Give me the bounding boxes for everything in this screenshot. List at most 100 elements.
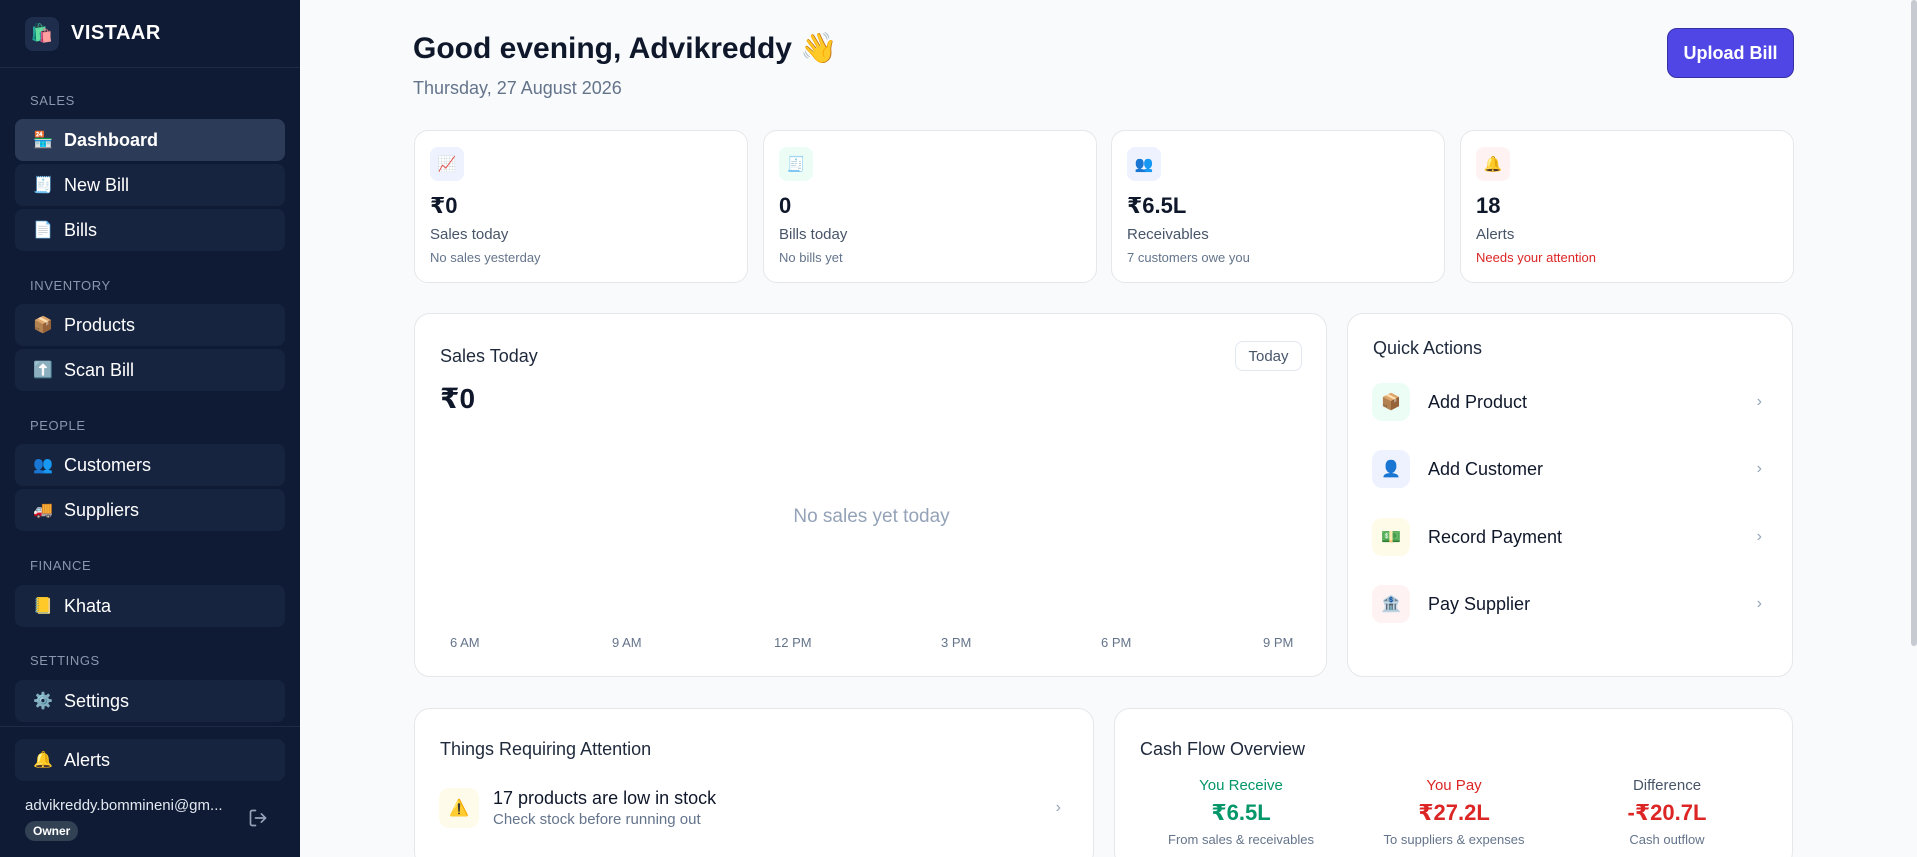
logout-icon[interactable] bbox=[248, 808, 268, 828]
sales-total: ₹0 bbox=[440, 383, 476, 414]
quick-action-label: Add Product bbox=[1428, 391, 1528, 412]
quick-action-label: Pay Supplier bbox=[1428, 593, 1531, 614]
cash-icon: 💵 bbox=[1372, 518, 1410, 556]
stat-value: ₹0 bbox=[430, 193, 458, 218]
stat-subtext: 7 customers owe you bbox=[1127, 250, 1250, 265]
cash-flow-receive: You Receive ₹6.5L From sales & receivabl… bbox=[1141, 777, 1341, 847]
sidebar-item-customers[interactable]: 👥 Customers bbox=[15, 444, 285, 486]
sidebar-item-dashboard[interactable]: 🏪 Dashboard bbox=[15, 119, 285, 161]
x-axis-tick: 6 AM bbox=[450, 635, 480, 650]
stat-label: Sales today bbox=[430, 226, 509, 243]
gear-icon: ⚙️ bbox=[33, 693, 53, 710]
stat-value: ₹6.5L bbox=[1127, 193, 1187, 218]
cash-flow-panel: Cash Flow Overview You Receive ₹6.5L Fro… bbox=[1114, 708, 1793, 857]
role-badge: Owner bbox=[25, 821, 79, 841]
page-scrollbar[interactable] bbox=[1911, 0, 1917, 646]
attention-item-title: 17 products are low in stock bbox=[493, 788, 717, 808]
upload-arrow-icon: ⬆️ bbox=[33, 362, 53, 379]
sidebar-item-label: Bills bbox=[64, 219, 98, 240]
x-axis-tick: 6 PM bbox=[1101, 635, 1132, 650]
brand-name: VISTAAR bbox=[71, 22, 161, 44]
store-icon: 🏪 bbox=[33, 132, 53, 149]
x-axis-tick: 9 PM bbox=[1263, 635, 1294, 650]
panel-title: Quick Actions bbox=[1373, 338, 1483, 358]
chevron-right-icon: › bbox=[1756, 393, 1762, 410]
quick-action-add-customer[interactable]: 👤 Add Customer › bbox=[1372, 445, 1770, 493]
sales-today-panel: Sales Today ₹0 Today No sales yet today … bbox=[414, 313, 1327, 677]
chevron-right-icon: › bbox=[1756, 595, 1762, 612]
sidebar-item-bills[interactable]: 📄 Bills bbox=[15, 209, 285, 251]
quick-action-pay-supplier[interactable]: 🏦 Pay Supplier › bbox=[1372, 580, 1770, 628]
stat-value: 0 bbox=[779, 193, 792, 218]
truck-icon: 🚚 bbox=[33, 502, 53, 519]
cash-flow-pay: You Pay ₹27.2L To suppliers & expenses bbox=[1354, 777, 1554, 847]
sidebar-item-settings[interactable]: ⚙️ Settings bbox=[15, 680, 285, 722]
sidebar-item-label: Alerts bbox=[64, 749, 111, 770]
attention-item-low-stock[interactable]: ⚠️ 17 products are low in stock Check st… bbox=[439, 785, 1069, 831]
stat-subtext: Needs your attention bbox=[1476, 250, 1596, 265]
sidebar-item-suppliers[interactable]: 🚚 Suppliers bbox=[15, 489, 285, 531]
chart-up-icon: 📈 bbox=[430, 147, 464, 181]
stat-card-bills[interactable]: 🧾 0 Bills today No bills yet bbox=[763, 130, 1097, 283]
stat-label: Alerts bbox=[1476, 226, 1515, 243]
cash-flow-subtext: To suppliers & expenses bbox=[1383, 832, 1525, 847]
cash-flow-heading: You Pay bbox=[1426, 777, 1482, 794]
chevron-right-icon: › bbox=[1756, 528, 1762, 545]
section-label-sales: SALES bbox=[30, 93, 75, 108]
sidebar-item-label: Settings bbox=[64, 690, 130, 711]
package-icon: 📦 bbox=[33, 317, 53, 334]
attention-item-subtext: Check stock before running out bbox=[493, 811, 701, 828]
sidebar-item-new-bill[interactable]: 🧾 New Bill bbox=[15, 164, 285, 206]
section-label-settings: SETTINGS bbox=[30, 653, 100, 668]
cash-flow-heading: You Receive bbox=[1199, 777, 1283, 794]
attention-panel: Things Requiring Attention ⚠️ 17 product… bbox=[414, 708, 1094, 857]
empty-state-message: No sales yet today bbox=[793, 506, 950, 527]
panel-title: Cash Flow Overview bbox=[1140, 739, 1306, 759]
stat-subtext: No sales yesterday bbox=[430, 250, 541, 265]
sidebar-item-scan-bill[interactable]: ⬆️ Scan Bill bbox=[15, 349, 285, 391]
ledger-icon: 📒 bbox=[33, 598, 53, 615]
stat-card-alerts[interactable]: 🔔 18 Alerts Needs your attention bbox=[1460, 130, 1794, 283]
x-axis-tick: 9 AM bbox=[612, 635, 642, 650]
sidebar-item-khata[interactable]: 📒 Khata bbox=[15, 585, 285, 627]
warning-icon: ⚠️ bbox=[439, 788, 479, 828]
receipt-icon: 🧾 bbox=[33, 177, 53, 194]
cash-flow-heading: Difference bbox=[1632, 777, 1702, 794]
brand[interactable]: 🛍️ VISTAAR bbox=[0, 0, 300, 68]
stat-label: Receivables bbox=[1127, 226, 1209, 243]
document-icon: 📄 bbox=[33, 222, 53, 239]
x-axis-tick: 12 PM bbox=[774, 635, 812, 650]
quick-action-label: Record Payment bbox=[1428, 526, 1563, 547]
chevron-right-icon: › bbox=[1055, 799, 1061, 816]
sidebar-item-label: Suppliers bbox=[64, 499, 140, 520]
quick-action-label: Add Customer bbox=[1428, 458, 1544, 479]
quick-action-record-payment[interactable]: 💵 Record Payment › bbox=[1372, 513, 1770, 561]
sidebar-item-products[interactable]: 📦 Products bbox=[15, 304, 285, 346]
user-icon: 👤 bbox=[1372, 450, 1410, 488]
quick-action-add-product[interactable]: 📦 Add Product › bbox=[1372, 378, 1770, 426]
cash-flow-subtext: From sales & receivables bbox=[1168, 832, 1314, 847]
bell-icon: 🔔 bbox=[1476, 147, 1510, 181]
greeting-title: Good evening, Advikreddy 👋 bbox=[413, 32, 838, 65]
bell-icon: 🔔 bbox=[33, 752, 53, 769]
panel-title: Things Requiring Attention bbox=[440, 739, 652, 759]
sidebar-item-alerts[interactable]: 🔔 Alerts bbox=[15, 739, 285, 781]
stat-label: Bills today bbox=[779, 226, 848, 243]
cash-flow-value: ₹27.2L bbox=[1418, 800, 1490, 825]
range-select-button[interactable]: Today bbox=[1235, 341, 1302, 371]
quick-actions-panel: Quick Actions 📦 Add Product › 👤 Add Cust… bbox=[1347, 313, 1793, 677]
brand-logo-icon: 🛍️ bbox=[25, 16, 59, 51]
users-icon: 👥 bbox=[1127, 147, 1161, 181]
upload-bill-button[interactable]: Upload Bill bbox=[1667, 28, 1794, 78]
sidebar-item-label: Scan Bill bbox=[64, 359, 135, 380]
cash-flow-subtext: Cash outflow bbox=[1629, 832, 1705, 847]
current-date: Thursday, 27 August 2026 bbox=[413, 78, 622, 98]
sidebar: 🛍️ VISTAAR SALES 🏪 Dashboard 🧾 New Bill … bbox=[0, 0, 300, 857]
stat-card-sales[interactable]: 📈 ₹0 Sales today No sales yesterday bbox=[414, 130, 748, 283]
sidebar-item-label: Customers bbox=[64, 454, 152, 475]
stat-card-receivables[interactable]: 👥 ₹6.5L Receivables 7 customers owe you bbox=[1111, 130, 1445, 283]
sidebar-item-label: New Bill bbox=[64, 174, 130, 195]
stat-value: 18 bbox=[1476, 193, 1501, 218]
sidebar-item-label: Khata bbox=[64, 595, 112, 616]
bank-icon: 🏦 bbox=[1372, 585, 1410, 623]
